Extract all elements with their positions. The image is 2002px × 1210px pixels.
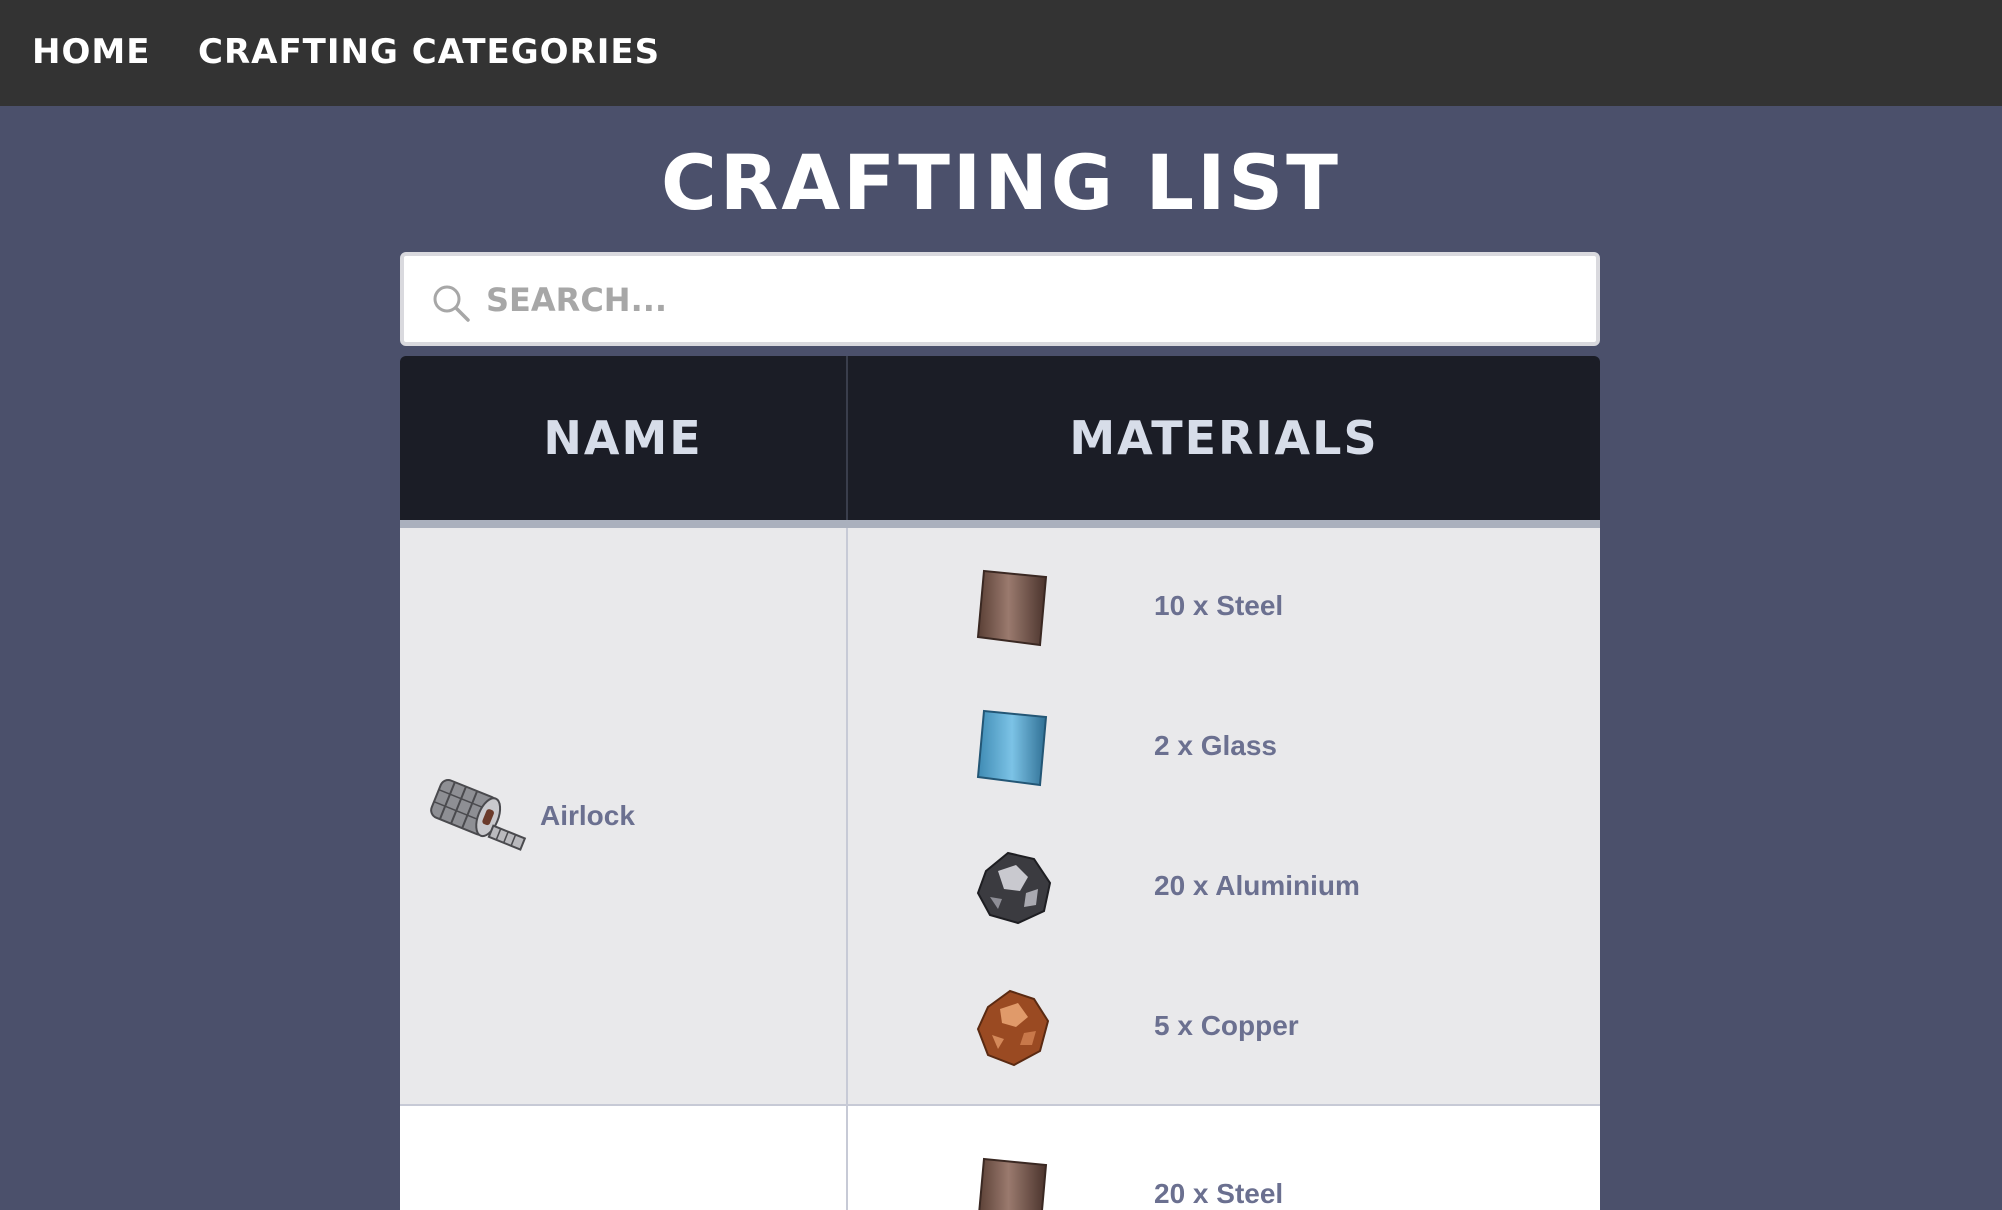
steel-icon	[976, 569, 1048, 647]
materials-cell: 10 x Steel 2 x Glass 20 x Aluminium 5 x …	[847, 524, 1600, 1106]
material-item: 20 x Steel	[848, 1124, 1600, 1210]
copper-icon	[976, 989, 1050, 1067]
airlock-icon	[430, 779, 527, 851]
nav-home-link[interactable]: Home	[32, 32, 150, 72]
material-label: 10 x Steel	[1154, 590, 1284, 621]
item-name-label[interactable]: Airlock	[540, 800, 635, 832]
column-header-name[interactable]: Name	[400, 356, 848, 528]
table-header-row: Name Materials	[400, 356, 1600, 528]
material-item: 10 x Steel	[848, 536, 1600, 676]
search-input[interactable]	[484, 270, 1568, 330]
nav-crafting-categories-link[interactable]: Crafting Categories	[198, 32, 660, 72]
item-name-cell	[400, 1105, 848, 1210]
glass-icon	[976, 709, 1048, 787]
table-row[interactable]: 20 x Steel	[400, 1105, 1600, 1210]
material-label: 20 x Steel	[1154, 1178, 1284, 1209]
material-label: 5 x Copper	[1154, 1010, 1299, 1041]
material-label: 20 x Aluminium	[1154, 870, 1360, 901]
search-icon	[433, 285, 470, 322]
material-label: 2 x Glass	[1154, 730, 1277, 761]
aluminium-icon	[976, 851, 1052, 925]
material-item: 5 x Copper	[848, 956, 1600, 1096]
material-item: 20 x Aluminium	[848, 816, 1600, 956]
item-name-cell: Airlock	[400, 524, 848, 1106]
steel-icon	[978, 1157, 1048, 1210]
material-item: 2 x Glass	[848, 676, 1600, 816]
search-box[interactable]	[400, 252, 1600, 346]
table-row[interactable]: Airlock 10 x Steel 2 x Glass 20 x Alumin…	[400, 524, 1600, 1106]
materials-cell: 20 x Steel	[847, 1105, 1600, 1210]
top-nav-bar: Home Crafting Categories	[0, 0, 2002, 106]
page-title: Crafting List	[661, 138, 1341, 227]
crafting-table: Name Materials	[400, 356, 1600, 1210]
column-header-materials[interactable]: Materials	[847, 356, 1600, 528]
